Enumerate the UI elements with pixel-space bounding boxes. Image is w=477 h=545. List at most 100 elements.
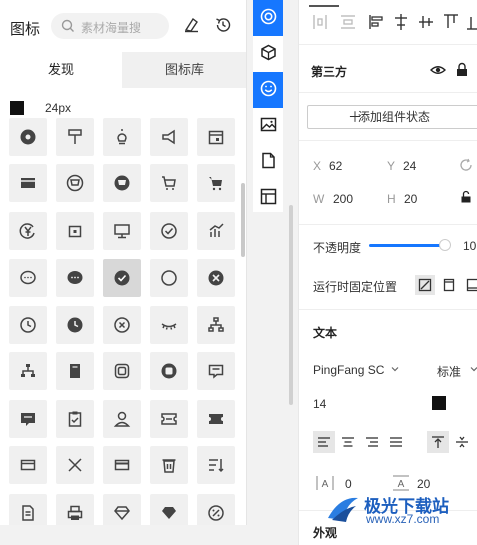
icon-tile-close-circle[interactable]	[197, 259, 235, 297]
icon-tile-clock[interactable]	[56, 306, 94, 344]
icon-tile-org-chart[interactable]	[9, 352, 47, 390]
icon-tile-card-box[interactable]	[103, 446, 141, 484]
icon-tile-document[interactable]	[9, 494, 47, 525]
icon-tile-org-chart-outline[interactable]	[197, 306, 235, 344]
font-size-field[interactable]: 14	[313, 397, 326, 411]
icon-tile-square-frame[interactable]	[103, 352, 141, 390]
distribute-horizontal-icon[interactable]	[311, 12, 329, 32]
icon-tile-calendar[interactable]	[197, 118, 235, 156]
icon-tile-trash[interactable]	[150, 446, 188, 484]
icon-size[interactable]: 24px	[45, 101, 71, 115]
icon-tile-monitor[interactable]	[103, 212, 141, 250]
opacity-slider-track[interactable]	[369, 244, 443, 247]
icon-tile-yen-circle[interactable]	[9, 212, 47, 250]
icon-tile-ticket[interactable]	[197, 400, 235, 438]
text-justify-button[interactable]	[385, 431, 407, 453]
icon-tile-close[interactable]	[56, 446, 94, 484]
icon-tile-megaphone[interactable]	[150, 118, 188, 156]
x-field[interactable]: 62	[329, 159, 342, 173]
text-align-center-button[interactable]	[337, 431, 359, 453]
icon-tile-chat-outline[interactable]	[9, 259, 47, 297]
icon-tile-paint-roller[interactable]	[56, 118, 94, 156]
history-icon[interactable]	[214, 16, 232, 34]
icon-tile-diamond-outline[interactable]	[103, 494, 141, 525]
icon-tile-card[interactable]	[9, 164, 47, 202]
icon-tile-square-chat[interactable]	[150, 352, 188, 390]
aspect-lock-icon[interactable]	[460, 190, 472, 204]
icon-tile-circle-outline[interactable]	[150, 259, 188, 297]
eraser-icon[interactable]	[182, 16, 200, 34]
fixed-none-toggle[interactable]	[415, 275, 435, 295]
toolbar-layout-button[interactable]	[253, 180, 283, 216]
toolbar-icon-button[interactable]	[253, 72, 283, 108]
text-align-right-button[interactable]	[361, 431, 383, 453]
line-height-field[interactable]: 20	[417, 477, 430, 491]
icon-tile-bar-chart[interactable]	[197, 212, 235, 250]
distribute-vertical-icon[interactable]	[339, 12, 357, 32]
text-valign-middle-button[interactable]	[451, 431, 473, 453]
icon-tile-chat[interactable]	[56, 259, 94, 297]
h-label: H	[387, 192, 396, 206]
icon-panel-scrollbar[interactable]	[241, 183, 245, 257]
icon-tile-check-circle[interactable]	[103, 259, 141, 297]
rotate-icon[interactable]	[459, 158, 473, 172]
icon-tile-card-outline[interactable]	[9, 446, 47, 484]
toolbar-file-button[interactable]	[253, 144, 283, 180]
icon-tile-sort-list[interactable]	[197, 446, 235, 484]
h-field[interactable]: 20	[404, 192, 417, 206]
text-align-left-button[interactable]	[313, 431, 335, 453]
icon-tile-cart-circle-outline[interactable]	[56, 164, 94, 202]
y-field[interactable]: 24	[403, 159, 416, 173]
icon-tile-cart-circle[interactable]	[103, 164, 141, 202]
text-color-swatch[interactable]	[432, 396, 446, 410]
opacity-value[interactable]: 10	[463, 239, 476, 253]
icon-tile-check-circle-outline[interactable]	[150, 212, 188, 250]
fixed-bottom-toggle[interactable]	[462, 275, 477, 295]
letter-spacing-field[interactable]: 0	[345, 477, 352, 491]
icon-tile-eyelash[interactable]	[150, 306, 188, 344]
icon-tile-user[interactable]	[103, 400, 141, 438]
font-weight-select[interactable]: 标准	[437, 363, 461, 380]
notebook-icon	[70, 364, 80, 378]
visibility-eye-icon[interactable]	[429, 62, 447, 78]
clock-outline-icon	[20, 317, 36, 333]
search-input[interactable]: 素材海量搜	[51, 13, 169, 39]
lightbulb-icon	[117, 129, 127, 145]
icon-tile-calendar-small[interactable]	[56, 212, 94, 250]
w-field[interactable]: 200	[333, 192, 353, 206]
icon-tile-clock-outline[interactable]	[9, 306, 47, 344]
icon-tile-cart[interactable]	[197, 164, 235, 202]
canvas-scrollbar[interactable]	[289, 205, 293, 405]
fixed-top-toggle[interactable]	[439, 275, 459, 295]
close-circle-outline-icon	[114, 317, 130, 333]
icon-tile-message-box[interactable]	[9, 400, 47, 438]
tab-discover[interactable]: 发现	[0, 52, 122, 88]
align-center-horizontal-icon[interactable]	[392, 12, 410, 32]
icon-tile-message-square[interactable]	[197, 352, 235, 390]
icon-tile-percent-circle[interactable]	[197, 494, 235, 525]
icon-tile-clipboard-check[interactable]	[56, 400, 94, 438]
toolbar-component-button[interactable]	[253, 36, 283, 72]
opacity-slider-handle[interactable]	[439, 239, 451, 251]
add-component-state-button[interactable]: ＋ 添加组件状态	[307, 105, 477, 129]
icon-tile-printer[interactable]	[56, 494, 94, 525]
align-top-icon[interactable]	[442, 12, 460, 32]
icon-tile-diamond[interactable]	[150, 494, 188, 525]
icon-color-swatch[interactable]	[10, 101, 24, 115]
toolbar-image-button[interactable]	[253, 108, 283, 144]
icon-tile-cart-outline[interactable]	[150, 164, 188, 202]
tab-icon-library[interactable]: 图标库	[122, 52, 246, 88]
toolbar-target-button[interactable]	[253, 0, 283, 36]
icon-tile-ticket-outline[interactable]	[150, 400, 188, 438]
icon-tile-eye-circle[interactable]	[9, 118, 47, 156]
icon-tile-notebook[interactable]	[56, 352, 94, 390]
align-left-icon[interactable]	[367, 12, 385, 32]
square-frame-icon	[114, 363, 130, 379]
text-valign-top-button[interactable]	[427, 431, 449, 453]
icon-tile-close-circle-outline[interactable]	[103, 306, 141, 344]
align-bottom-icon[interactable]	[465, 12, 477, 32]
align-middle-icon[interactable]	[417, 12, 435, 32]
font-family-select[interactable]: PingFang SC	[313, 363, 384, 377]
lock-icon[interactable]	[455, 62, 469, 78]
icon-tile-lightbulb[interactable]	[103, 118, 141, 156]
